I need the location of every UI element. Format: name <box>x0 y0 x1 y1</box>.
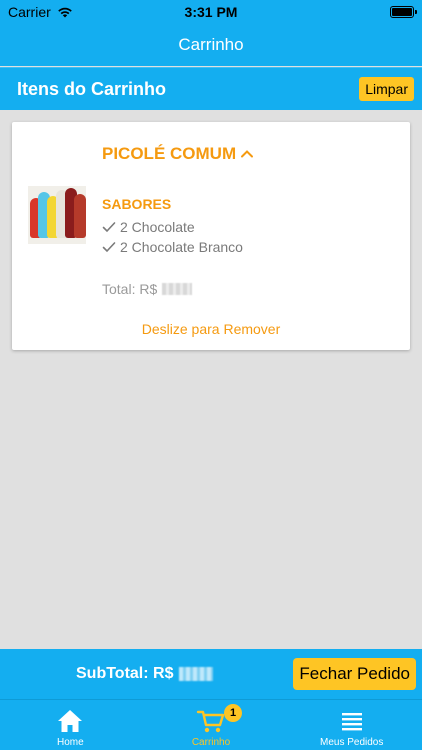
clear-cart-button[interactable]: Limpar <box>359 77 414 101</box>
flavor-label: 2 Chocolate Branco <box>120 239 243 255</box>
chevron-up-icon <box>241 150 254 158</box>
item-total-value-redacted <box>162 283 193 295</box>
section-title: Itens do Carrinho <box>17 78 167 99</box>
cart-item-card[interactable]: PICOLÉ COMUM SABORES 2 Chocolate 2 Choco… <box>12 122 410 350</box>
menu-icon <box>341 713 362 731</box>
tab-bar: Home 1 Carrinho Meus Pedidos <box>0 699 422 750</box>
subtotal-value-redacted <box>179 667 214 681</box>
status-left: Carrier <box>8 4 73 20</box>
tab-home[interactable]: Home <box>0 700 141 750</box>
close-order-button[interactable]: Fechar Pedido <box>293 658 416 690</box>
battery-icon <box>390 6 417 18</box>
swipe-to-remove-hint: Deslize para Remover <box>141 321 281 337</box>
home-icon <box>58 710 83 732</box>
nav-bar: Carrinho <box>0 24 422 66</box>
cart-count-badge: 1 <box>224 704 242 722</box>
cart-icon <box>196 710 225 733</box>
page-title: Carrinho <box>178 35 244 54</box>
cart-section-header: Itens do Carrinho Limpar <box>0 67 422 110</box>
check-icon <box>102 242 116 253</box>
flavor-list: 2 Chocolate 2 Chocolate Branco <box>102 217 243 257</box>
checkout-bar: SubTotal: R$ Fechar Pedido <box>0 649 422 699</box>
tab-label: Home <box>56 737 84 748</box>
carrier-label: Carrier <box>8 4 51 20</box>
tab-label: Carrinho <box>191 737 231 748</box>
product-image <box>28 186 86 244</box>
wifi-icon <box>57 7 72 18</box>
flavor-item: 2 Chocolate <box>102 217 243 237</box>
flavors-label: SABORES <box>102 196 172 212</box>
tab-label: Meus Pedidos <box>319 737 384 748</box>
product-name-toggle[interactable]: PICOLÉ COMUM <box>102 144 254 164</box>
subtotal-label: SubTotal: R$ <box>76 665 174 682</box>
flavor-label: 2 Chocolate <box>120 219 195 235</box>
item-total: Total: R$ <box>102 281 193 297</box>
check-icon <box>102 222 116 233</box>
subtotal: SubTotal: R$ <box>76 665 214 683</box>
tab-cart[interactable]: 1 Carrinho <box>141 700 282 750</box>
item-total-label: Total: R$ <box>102 281 158 297</box>
status-bar: Carrier 3:31 PM <box>0 0 422 24</box>
product-name: PICOLÉ COMUM <box>102 144 237 163</box>
tab-my-orders[interactable]: Meus Pedidos <box>281 700 422 750</box>
flavor-item: 2 Chocolate Branco <box>102 237 243 257</box>
